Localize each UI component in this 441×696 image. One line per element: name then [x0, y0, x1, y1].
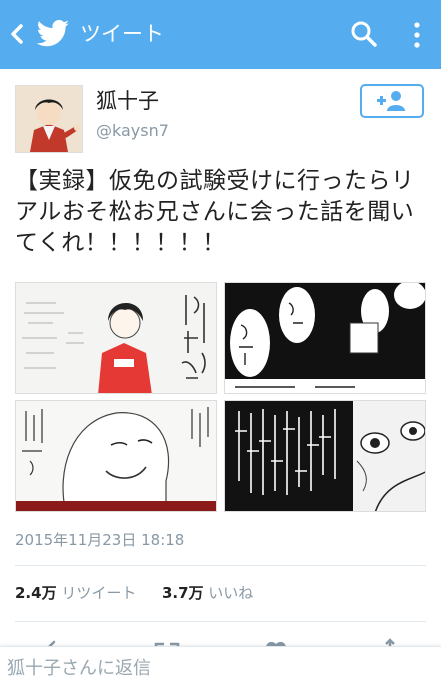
more-vertical-icon[interactable] [412, 20, 422, 50]
add-user-icon [377, 91, 405, 111]
manga-panel-image [225, 401, 425, 511]
like-count[interactable]: 3.7万 [162, 584, 204, 602]
retweet-label[interactable]: リツイート [61, 584, 136, 602]
divider [15, 621, 426, 622]
manga-panel-image [225, 283, 425, 393]
media-image-2[interactable] [224, 282, 426, 394]
media-image-4[interactable] [224, 400, 426, 512]
follow-button[interactable] [360, 84, 424, 118]
avatar[interactable] [15, 85, 83, 153]
search-icon[interactable] [350, 20, 378, 48]
author-handle[interactable]: @kaysn7 [96, 120, 169, 142]
tweet-stats: 2.4万 リツイート 3.7万 いいね [15, 582, 253, 604]
back-arrow-icon[interactable] [8, 22, 26, 46]
avatar-illustration [16, 86, 82, 152]
divider [15, 565, 426, 566]
media-image-3[interactable] [15, 400, 217, 512]
twitter-bird-icon [36, 20, 69, 47]
media-image-1[interactable] [15, 282, 217, 394]
retweet-count[interactable]: 2.4万 [15, 584, 57, 602]
author-name[interactable]: 狐十子 [96, 86, 159, 116]
page-title: ツイート [80, 22, 164, 46]
manga-panel-image [16, 401, 216, 511]
tweet-timestamp: 2015年11月23日 18:18 [15, 531, 185, 549]
like-label[interactable]: いいね [208, 584, 253, 602]
app-header: ツイート [0, 0, 441, 69]
reply-input[interactable]: 狐十子さんに返信 [0, 646, 441, 696]
manga-panel-image [16, 283, 216, 393]
tweet-text: 【実録】仮免の試験受けに行ったらリアルおそ松お兄さんに会った話を聞いてくれ！！！… [15, 168, 415, 256]
reply-placeholder: 狐十子さんに返信 [7, 658, 151, 679]
